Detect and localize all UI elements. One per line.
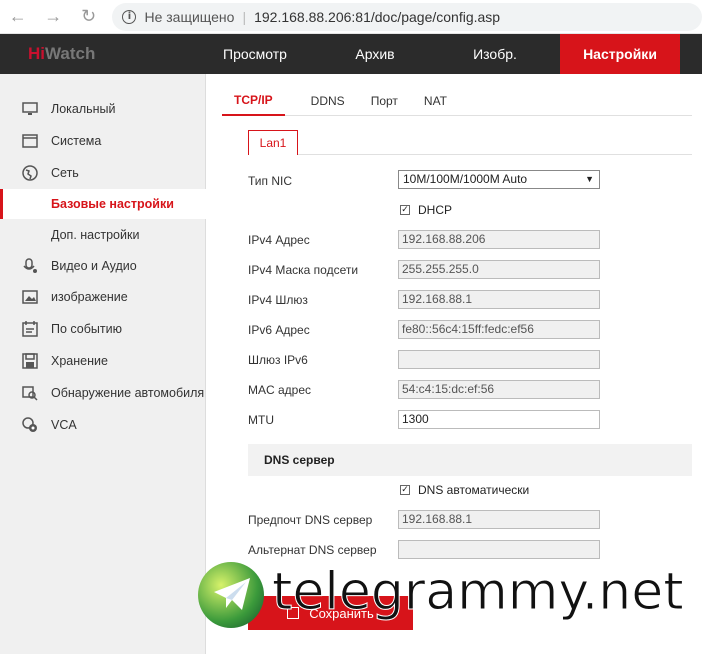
tab-port[interactable]: Порт bbox=[371, 86, 398, 116]
forward-icon[interactable]: → bbox=[41, 5, 64, 29]
back-icon[interactable]: ← bbox=[6, 5, 29, 29]
ipv6-gateway-label: Шлюз IPv6 bbox=[248, 353, 308, 367]
nic-type-select[interactable]: 10M/100M/1000M Auto ▼ bbox=[398, 170, 600, 189]
subtab-lan1[interactable]: Lan1 bbox=[248, 130, 298, 155]
logo: HiWatch bbox=[28, 44, 96, 63]
sidebar-item-advanced-settings[interactable]: Доп. настройки bbox=[0, 220, 206, 250]
security-status: Не защищено bbox=[144, 8, 235, 25]
sidebar-item-video-audio[interactable]: Видео и Аудио bbox=[0, 251, 206, 281]
gateway-field[interactable]: 192.168.88.1 bbox=[398, 290, 600, 309]
nic-type-value: 10M/100M/1000M Auto bbox=[403, 172, 528, 186]
sidebar-item-label: Доп. настройки bbox=[51, 228, 140, 242]
sidebar-item-local[interactable]: Локальный bbox=[0, 94, 206, 124]
sidebar-item-label: VCA bbox=[51, 418, 77, 432]
watermark: telegrammy.net bbox=[198, 560, 702, 630]
top-navigation: HiWatch Просмотр Архив Изобр. Настройки bbox=[0, 34, 702, 74]
subtab-divider bbox=[248, 154, 692, 155]
sidebar: Локальный Система Сеть Базовые настройки… bbox=[0, 74, 206, 654]
watermark-text: telegrammy.net bbox=[272, 562, 685, 623]
nav-picture[interactable]: Изобр. bbox=[440, 34, 550, 74]
sidebar-item-storage[interactable]: Хранение bbox=[0, 346, 206, 376]
globe-icon bbox=[22, 165, 38, 181]
nic-type-label: Тип NIC bbox=[248, 174, 293, 188]
dns-auto-label: DNS автоматически bbox=[418, 483, 530, 497]
ipv6-label: IPv6 Адрес bbox=[248, 323, 310, 337]
ipv6-field[interactable]: fe80::56c4:15ff:fedc:ef56 bbox=[398, 320, 600, 339]
mac-label: MAC адрес bbox=[248, 383, 312, 397]
vca-icon bbox=[22, 417, 38, 433]
tab-tcpip[interactable]: TCP/IP bbox=[222, 86, 285, 116]
paper-plane-icon bbox=[214, 578, 250, 610]
tab-bar: TCP/IP DDNS Порт NAT bbox=[222, 86, 692, 116]
sidebar-item-label: Хранение bbox=[51, 354, 108, 368]
sidebar-item-system[interactable]: Система bbox=[0, 126, 206, 156]
sidebar-item-basic-settings[interactable]: Базовые настройки bbox=[0, 189, 206, 219]
sidebar-item-vehicle-detection[interactable]: Обнаружение автомобиля bbox=[0, 378, 206, 408]
nav-configuration[interactable]: Настройки bbox=[560, 34, 680, 74]
calendar-icon bbox=[22, 321, 38, 337]
mic-icon bbox=[22, 258, 38, 274]
sidebar-item-vca[interactable]: VCA bbox=[0, 410, 206, 440]
tab-ddns[interactable]: DDNS bbox=[311, 86, 345, 116]
ipv4-label: IPv4 Адрес bbox=[248, 233, 310, 247]
reload-icon[interactable]: ↻ bbox=[77, 5, 100, 29]
mtu-label: MTU bbox=[248, 413, 274, 427]
preferred-dns-field[interactable]: 192.168.88.1 bbox=[398, 510, 600, 529]
dhcp-checkbox[interactable]: ✓ bbox=[400, 205, 410, 215]
sidebar-item-label: Базовые настройки bbox=[51, 197, 174, 211]
info-icon[interactable]: i bbox=[122, 9, 137, 24]
address-bar[interactable]: i Не защищено | 192.168.88.206:81/doc/pa… bbox=[112, 2, 702, 31]
tab-nat[interactable]: NAT bbox=[424, 86, 447, 116]
ipv4-field[interactable]: 192.168.88.206 bbox=[398, 230, 600, 249]
disk-icon bbox=[22, 353, 38, 369]
sidebar-item-label: Сеть bbox=[51, 166, 79, 180]
alternate-dns-field[interactable] bbox=[398, 540, 600, 559]
nav-playback[interactable]: Архив bbox=[320, 34, 430, 74]
sidebar-item-event[interactable]: По событию bbox=[0, 314, 206, 344]
car-search-icon bbox=[22, 385, 38, 401]
preferred-dns-label: Предпочт DNS сервер bbox=[248, 513, 373, 527]
sidebar-item-label: По событию bbox=[51, 322, 122, 336]
sidebar-item-label: Видео и Аудио bbox=[51, 259, 137, 273]
window-icon bbox=[22, 133, 38, 149]
address-separator: | bbox=[242, 8, 247, 25]
sidebar-item-label: Система bbox=[51, 134, 102, 148]
chevron-down-icon: ▼ bbox=[585, 174, 594, 184]
sidebar-item-network[interactable]: Сеть bbox=[0, 158, 206, 188]
dhcp-label: DHCP bbox=[418, 203, 453, 217]
sidebar-item-label: изображение bbox=[51, 290, 128, 304]
url-text: 192.168.88.206:81/doc/page/config.asp bbox=[254, 8, 501, 25]
mac-field[interactable]: 54:c4:15:dc:ef:56 bbox=[398, 380, 600, 399]
dns-section-header: DNS сервер bbox=[248, 444, 692, 476]
monitor-icon bbox=[22, 101, 38, 117]
nav-live-view[interactable]: Просмотр bbox=[200, 34, 310, 74]
browser-toolbar: ← → ↻ i Не защищено | 192.168.88.206:81/… bbox=[0, 0, 702, 34]
sidebar-item-label: Обнаружение автомобиля bbox=[51, 386, 205, 400]
subnet-mask-label: IPv4 Маска подсети bbox=[248, 263, 359, 277]
mtu-field[interactable]: 1300 bbox=[398, 410, 600, 429]
gateway-label: IPv4 Шлюз bbox=[248, 293, 308, 307]
dns-auto-checkbox[interactable]: ✓ bbox=[400, 485, 410, 495]
image-icon bbox=[22, 289, 38, 305]
sidebar-item-label: Локальный bbox=[51, 102, 116, 116]
sidebar-item-image[interactable]: изображение bbox=[0, 282, 206, 312]
subnet-mask-field[interactable]: 255.255.255.0 bbox=[398, 260, 600, 279]
alternate-dns-label: Альтернат DNS сервер bbox=[248, 543, 377, 557]
ipv6-gateway-field[interactable] bbox=[398, 350, 600, 369]
